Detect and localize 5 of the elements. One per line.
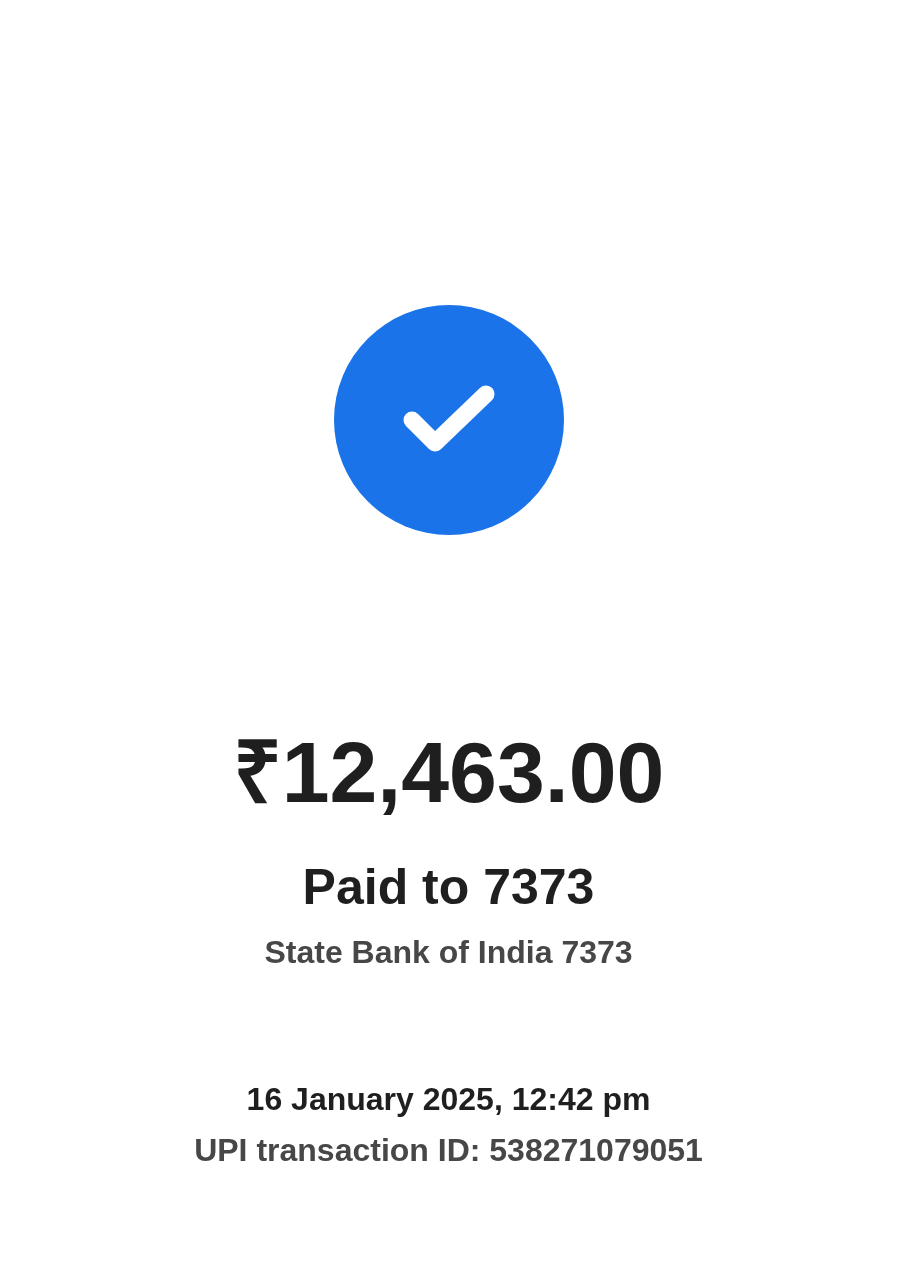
transaction-id-text: UPI transaction ID: 538271079051: [194, 1134, 703, 1166]
date-time-text: 16 January 2025, 12:42 pm: [246, 1083, 651, 1115]
payee-text: Paid to 7373: [302, 862, 595, 912]
amount-text: ₹12,463.00: [232, 729, 665, 815]
bank-account-text: State Bank of India 7373: [264, 936, 633, 968]
